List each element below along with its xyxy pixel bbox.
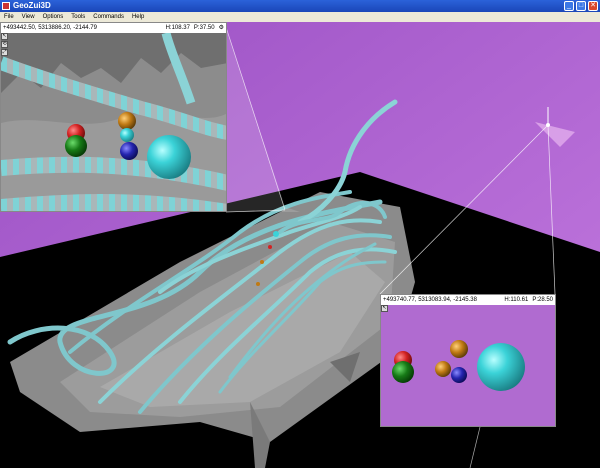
minimize-button[interactable]: _ (564, 1, 574, 11)
inset-status-bar: +493442.50, 5313886.20, -2144.79 H:108.3… (1, 23, 226, 33)
sphere-blue (451, 367, 467, 383)
inset-scene (1, 31, 226, 211)
coordinates-readout: +493442.50, 5313886.20, -2144.79 (3, 25, 97, 31)
3d-viewport[interactable]: +493442.50, 5313886.20, -2144.79 H:108.3… (0, 22, 600, 468)
maximize-button[interactable]: □ (576, 1, 586, 11)
menu-file[interactable]: File (0, 12, 18, 22)
sphere-cyan (477, 343, 525, 391)
heading-readout: H:108.37 (165, 25, 190, 31)
zoom-tool-icon[interactable]: ⤢ (1, 49, 8, 56)
sphere-blue (120, 142, 138, 160)
sphere-green (65, 135, 87, 157)
pitch-readout: P:37.50 (193, 25, 215, 31)
pan-tool-icon[interactable]: ↖ (381, 305, 388, 312)
sphere-orange (118, 112, 136, 130)
inset-toolbox: ↖ ⟲ ⤢ (1, 33, 9, 57)
sphere-cyan (147, 135, 191, 179)
inset-toolbox: ↖ (381, 305, 389, 313)
window-title: GeoZui3D (13, 1, 51, 10)
coordinates-readout: +493740.77, 5313083.94, -2145.38 (383, 297, 477, 303)
close-button[interactable]: ✕ (588, 1, 598, 11)
title-bar: GeoZui3D _ □ ✕ (0, 0, 600, 12)
rotate-tool-icon[interactable]: ⟲ (1, 41, 8, 48)
inset-tool-icon[interactable]: ⚙ (217, 23, 226, 33)
sphere-orange (435, 361, 451, 377)
pan-tool-icon[interactable]: ↖ (1, 33, 8, 40)
sphere-green (392, 361, 414, 383)
pitch-readout: P:28.50 (532, 297, 553, 303)
inset-view-bottom-right[interactable]: +493740.77, 5313083.94, -2145.38 H:110.6… (380, 294, 556, 427)
inset-scene (381, 305, 555, 426)
heading-readout: H:110.61 (504, 297, 529, 303)
inset-status-bar: +493740.77, 5313083.94, -2145.38 H:110.6… (381, 295, 555, 305)
menu-tools[interactable]: Tools (67, 12, 89, 22)
menu-commands[interactable]: Commands (89, 12, 128, 22)
inset-view-top-left[interactable]: +493442.50, 5313886.20, -2144.79 H:108.3… (0, 22, 227, 212)
menu-view[interactable]: View (18, 12, 39, 22)
menu-bar: File View Options Tools Commands Help (0, 12, 600, 22)
app-icon (2, 2, 10, 10)
menu-options[interactable]: Options (39, 12, 68, 22)
menu-help[interactable]: Help (128, 12, 148, 22)
